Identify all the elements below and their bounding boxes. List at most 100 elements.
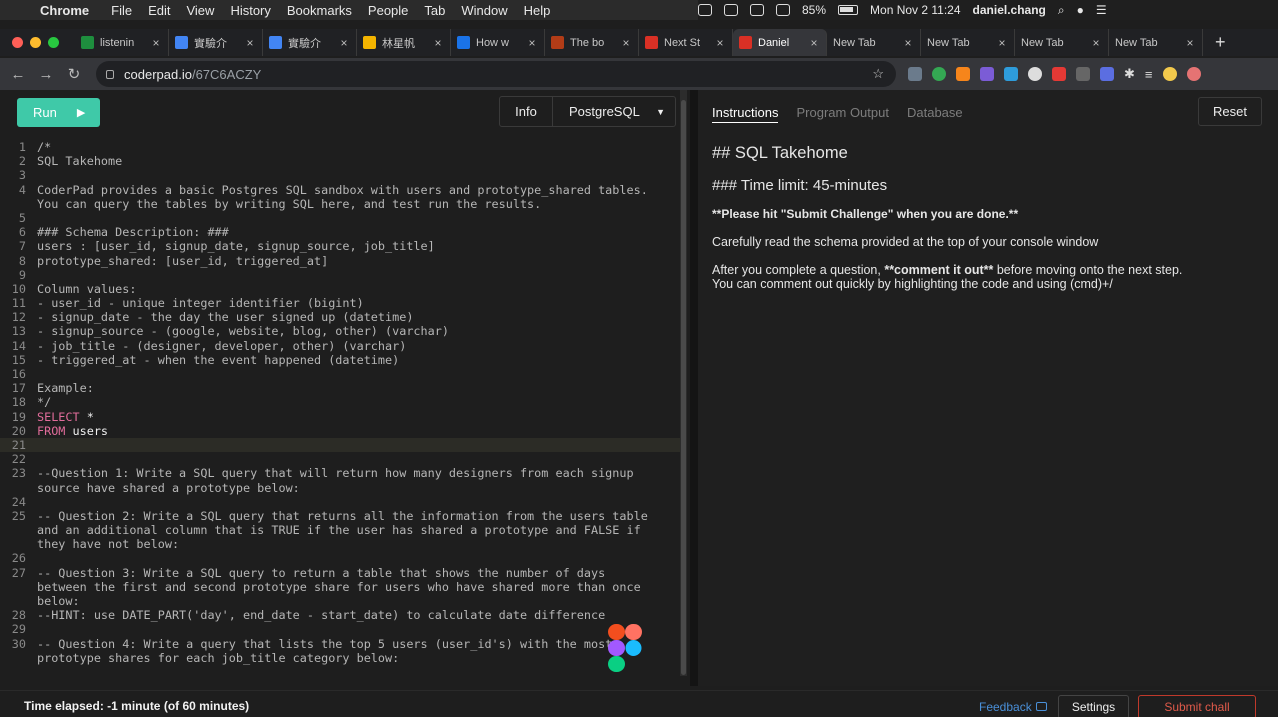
- record-extension-icon[interactable]: [1052, 67, 1066, 81]
- editor-scrollbar[interactable]: [680, 90, 687, 676]
- bluetooth-icon[interactable]: [724, 4, 738, 16]
- code-line[interactable]: 29: [0, 622, 684, 636]
- code-line[interactable]: 21: [0, 437, 684, 453]
- extension-icon[interactable]: [980, 67, 994, 81]
- menu-tab[interactable]: Tab: [424, 3, 445, 18]
- code-line[interactable]: source have shared a prototype below:: [0, 481, 684, 495]
- update-icon[interactable]: [1186, 67, 1201, 81]
- browser-tab[interactable]: 實驗介 ×: [169, 29, 263, 56]
- code-line[interactable]: 13 - signup_source - (google, website, bl…: [0, 324, 684, 338]
- reading-list-icon[interactable]: ≡: [1145, 67, 1153, 82]
- code-line[interactable]: prototype shares for each job_title cate…: [0, 651, 684, 665]
- extension-icon[interactable]: [908, 67, 922, 81]
- code-line[interactable]: 12 - signup_date - the day the user signe…: [0, 310, 684, 324]
- menu-people[interactable]: People: [368, 3, 408, 18]
- code-line[interactable]: below:: [0, 594, 684, 608]
- tab-instructions[interactable]: Instructions: [712, 105, 779, 123]
- code-line[interactable]: 1 /*: [0, 140, 684, 154]
- control-center-icon[interactable]: ☰: [1096, 3, 1107, 17]
- code-line[interactable]: 8 prototype_shared: [user_id, triggered_a…: [0, 254, 684, 268]
- puzzle-extensions-icon[interactable]: ✱: [1124, 66, 1135, 82]
- browser-tab[interactable]: listenin ×: [75, 29, 169, 56]
- close-tab-icon[interactable]: ×: [714, 36, 726, 50]
- code-line[interactable]: 22: [0, 452, 684, 466]
- code-line[interactable]: 4 CoderPad provides a basic Postgres SQL …: [0, 183, 684, 197]
- user-name[interactable]: daniel.chang: [973, 3, 1046, 17]
- siri-icon[interactable]: ●: [1077, 3, 1084, 17]
- volume-icon[interactable]: [776, 4, 790, 16]
- submit-challenge-button[interactable]: Submit chall: [1138, 695, 1256, 717]
- tab-program-output[interactable]: Program Output: [796, 105, 889, 123]
- info-button[interactable]: Info: [500, 97, 553, 126]
- browser-tab[interactable]: The bo ×: [545, 29, 639, 56]
- browser-tab[interactable]: New Tab ×: [1109, 29, 1203, 56]
- wifi-icon[interactable]: [750, 4, 764, 16]
- browser-tab[interactable]: New Tab ×: [921, 29, 1015, 56]
- code-line[interactable]: 17 Example:: [0, 381, 684, 395]
- close-tab-icon[interactable]: ×: [902, 36, 914, 50]
- code-area[interactable]: 1 /* 2 SQL Takehome 3 4 CoderPad provides a ba…: [0, 140, 684, 665]
- close-tab-icon[interactable]: ×: [432, 36, 444, 50]
- close-tab-icon[interactable]: ×: [244, 36, 256, 50]
- metamask-icon[interactable]: [956, 67, 970, 81]
- browser-tab[interactable]: 林星帆 ×: [357, 29, 451, 56]
- browser-tab[interactable]: New Tab ×: [827, 29, 921, 56]
- menu-bookmarks[interactable]: Bookmarks: [287, 3, 352, 18]
- tray-app-icon[interactable]: [698, 4, 712, 16]
- menu-history[interactable]: History: [230, 3, 270, 18]
- browser-tab[interactable]: Daniel ×: [733, 29, 827, 56]
- back-icon[interactable]: ←: [4, 66, 32, 83]
- circle-extension-icon[interactable]: [1028, 67, 1042, 81]
- code-line[interactable]: 24: [0, 495, 684, 509]
- code-line[interactable]: 15 - triggered_at - when the event happen…: [0, 353, 684, 367]
- extension-icon[interactable]: [1076, 67, 1090, 81]
- code-line[interactable]: 14 - job_title - (designer, developer, ot…: [0, 339, 684, 353]
- browser-tab[interactable]: New Tab ×: [1015, 29, 1109, 56]
- language-select[interactable]: PostgreSQL ▼: [553, 104, 675, 119]
- bookmark-star-icon[interactable]: ☆: [872, 66, 884, 82]
- menu-app-name[interactable]: Chrome: [40, 3, 89, 18]
- close-tab-icon[interactable]: ×: [150, 36, 162, 50]
- close-tab-icon[interactable]: ×: [338, 36, 350, 50]
- diamond-extension-icon[interactable]: [1004, 67, 1018, 81]
- close-tab-icon[interactable]: ×: [996, 36, 1008, 50]
- lock-icon[interactable]: [106, 69, 114, 79]
- clock[interactable]: Mon Nov 2 11:24: [870, 3, 961, 17]
- feedback-link[interactable]: Feedback: [979, 700, 1047, 714]
- code-line[interactable]: 10 Column values:: [0, 282, 684, 296]
- battery-icon[interactable]: [838, 5, 859, 15]
- close-tab-icon[interactable]: ×: [526, 36, 538, 50]
- close-tab-icon[interactable]: ×: [808, 36, 820, 50]
- code-line[interactable]: 16: [0, 367, 684, 381]
- extension-icon[interactable]: [1100, 67, 1114, 81]
- code-line[interactable]: 7 users : [user_id, signup_date, signup_s…: [0, 239, 684, 253]
- menu-view[interactable]: View: [186, 3, 214, 18]
- reset-button[interactable]: Reset: [1198, 97, 1262, 126]
- chrome-extension-icon[interactable]: [932, 67, 946, 81]
- minimize-window-icon[interactable]: [30, 37, 41, 48]
- code-line[interactable]: 26: [0, 551, 684, 565]
- run-button[interactable]: Run ▶: [17, 98, 100, 127]
- browser-tab[interactable]: How w ×: [451, 29, 545, 56]
- menu-help[interactable]: Help: [524, 3, 551, 18]
- pane-divider[interactable]: [690, 90, 698, 686]
- code-line[interactable]: between the first and second prototype s…: [0, 580, 684, 594]
- zoom-window-icon[interactable]: [48, 37, 59, 48]
- browser-tab[interactable]: Next St ×: [639, 29, 733, 56]
- code-line[interactable]: 23 --Question 1: Write a SQL query that w…: [0, 466, 684, 480]
- code-line[interactable]: 5: [0, 211, 684, 225]
- tab-database[interactable]: Database: [907, 105, 963, 123]
- close-window-icon[interactable]: [12, 37, 23, 48]
- code-line[interactable]: 27 -- Question 3: Write a SQL query to re…: [0, 566, 684, 580]
- profile-avatar[interactable]: [1162, 67, 1177, 81]
- new-tab-button[interactable]: +: [1215, 32, 1226, 53]
- code-line[interactable]: and an additional column that is TRUE if…: [0, 523, 684, 537]
- code-line[interactable]: 2 SQL Takehome: [0, 154, 684, 168]
- close-tab-icon[interactable]: ×: [1184, 36, 1196, 50]
- code-line[interactable]: 3: [0, 168, 684, 182]
- menu-edit[interactable]: Edit: [148, 3, 170, 18]
- code-line[interactable]: 20 FROM users: [0, 424, 684, 438]
- code-line[interactable]: 9: [0, 268, 684, 282]
- code-line[interactable]: they have not below:: [0, 537, 684, 551]
- code-line[interactable]: 19 SELECT *: [0, 410, 684, 424]
